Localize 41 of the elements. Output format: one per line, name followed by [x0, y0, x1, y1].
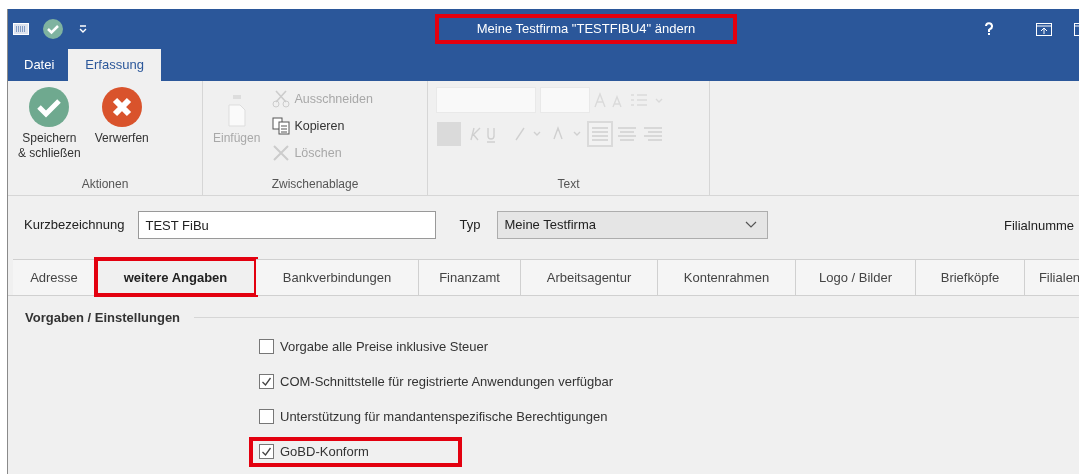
field-label: Filialnumme: [1004, 217, 1075, 235]
chevron-down-icon: [745, 221, 758, 229]
section-title: Vorgaben / Einstellungen: [25, 309, 181, 327]
tab[interactable]: Briefköpfe: [916, 259, 1025, 295]
tab[interactable]: Kontenrahmen: [658, 259, 796, 295]
copy-button[interactable]: Kopieren: [272, 114, 373, 138]
copy-icon: [272, 117, 291, 135]
tab[interactable]: weitere Angaben: [96, 259, 256, 295]
field-label: Typ: [459, 216, 481, 235]
input-field[interactable]: TEST FiBu: [138, 211, 437, 239]
option-label: Vorgabe alle Preise inklusive Steuer: [280, 337, 489, 356]
checkbox[interactable]: [259, 444, 274, 459]
option-label: COM-Schnittstelle für registrierte Anwendungen verfügbar: [280, 372, 614, 391]
check-icon: [43, 19, 63, 39]
tab[interactable]: Filialen: [1025, 259, 1079, 295]
ribbon-tab[interactable]: Erfassung: [68, 49, 161, 81]
tab[interactable]: Bankverbindungen: [256, 259, 419, 295]
checkbox[interactable]: [259, 374, 274, 389]
customize-icon: [79, 24, 87, 34]
scissors-icon: [272, 90, 291, 108]
option-label: Unterstützung für mandantenspezifische Berechtigungen: [280, 407, 608, 426]
delete-icon: [272, 144, 291, 162]
option-label: GoBD-Konform: [280, 442, 369, 461]
keyboard-icon: [13, 23, 29, 35]
tab[interactable]: Arbeitsagentur: [521, 259, 658, 295]
tab[interactable]: Adresse: [13, 259, 96, 295]
group-label: Zwischenablage: [270, 176, 360, 193]
group-label: Aktionen: [80, 176, 130, 193]
restore-icon: [1036, 23, 1052, 36]
group-label: Text: [556, 176, 581, 193]
tab[interactable]: Logo / Bilder: [796, 259, 916, 295]
tab[interactable]: Finanzamt: [419, 259, 521, 295]
type-dropdown[interactable]: Meine Testfirma: [497, 211, 769, 239]
checkbox[interactable]: [259, 339, 274, 354]
discard-button[interactable]: Verwerfen: [92, 87, 151, 175]
help-icon: [984, 22, 994, 36]
checkbox[interactable]: [259, 409, 274, 424]
ribbon-tab[interactable]: Datei: [10, 49, 69, 81]
field-label: Kurzbezeichnung: [24, 216, 125, 235]
window-title: Meine Testfirma "TESTFIBU4" ändern: [435, 14, 737, 44]
save-button[interactable]: Speichern & schließen: [16, 87, 83, 175]
